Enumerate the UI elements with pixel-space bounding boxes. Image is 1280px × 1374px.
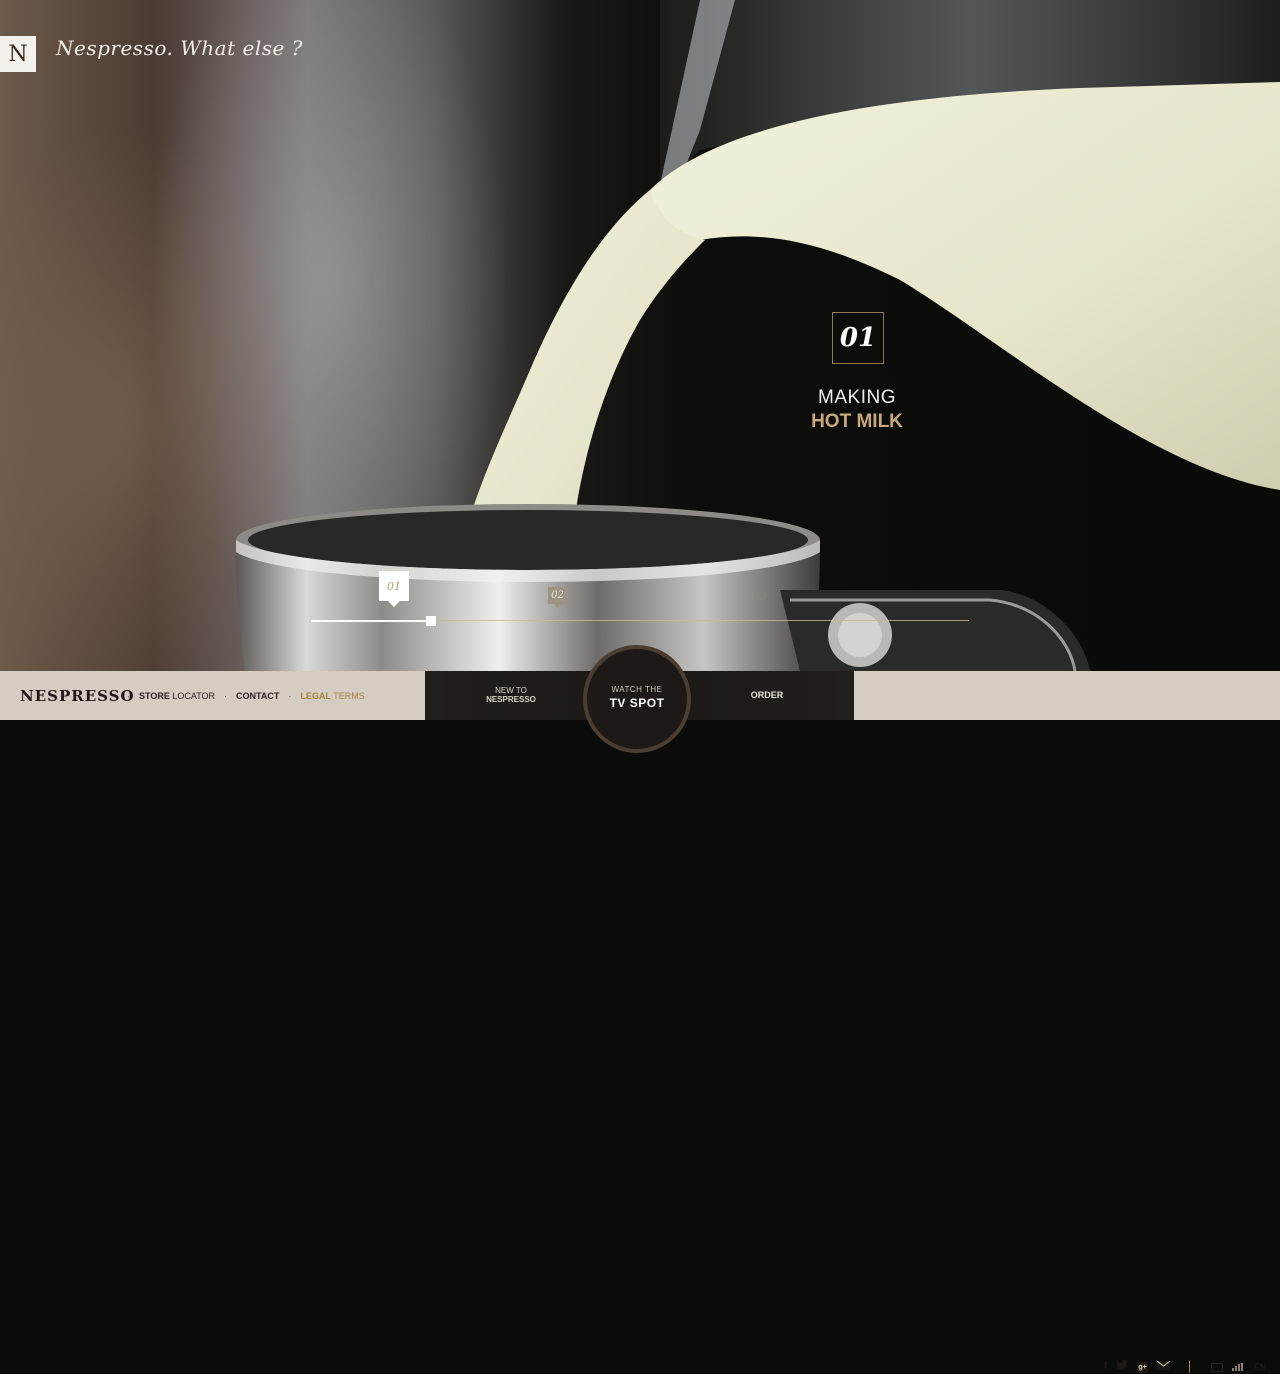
- link-rest: TERMS: [333, 691, 365, 701]
- timeline-marker-02[interactable]: 02: [548, 587, 567, 608]
- timeline-marker-label: 01: [387, 579, 401, 593]
- hero-video-scene: [0, 0, 1280, 671]
- store-locator-link[interactable]: STORE LOCATOR: [139, 691, 215, 701]
- nespresso-logo-icon[interactable]: N: [0, 36, 36, 72]
- facebook-icon[interactable]: f: [1104, 1361, 1107, 1373]
- email-icon[interactable]: [1156, 1360, 1171, 1374]
- timeline-marker-label: 03: [753, 592, 767, 603]
- new-to-nespresso-button[interactable]: NEW TO NESPRESSO: [466, 686, 556, 704]
- step-number-badge: 01: [832, 312, 884, 364]
- timeline-marker-label: 02: [551, 590, 564, 601]
- watch-line2: TV SPOT: [609, 696, 665, 710]
- link-bold: STORE: [139, 691, 170, 701]
- step-title: MAKING HOT MILK: [757, 387, 957, 433]
- divider: [1188, 1361, 1190, 1373]
- googleplus-icon[interactable]: g+: [1137, 1361, 1148, 1373]
- watch-line1: WATCH THE: [611, 685, 663, 694]
- watch-tv-spot-button[interactable]: WATCH THE TV SPOT: [583, 645, 691, 753]
- timeline-marker-03[interactable]: 03: [750, 590, 770, 605]
- new-to-line1: NEW TO: [495, 686, 527, 695]
- separator: ·: [224, 691, 228, 701]
- timeline-handle[interactable]: [426, 616, 436, 626]
- social-links: f g+ EN: [1104, 1360, 1266, 1374]
- link-bold: LEGAL: [300, 691, 331, 701]
- brand-tagline: Nespresso. What else ?: [56, 36, 303, 60]
- footer-links: · STORE LOCATOR · CONTACT · LEGAL TERMS: [118, 691, 365, 701]
- contact-link[interactable]: CONTACT: [236, 691, 279, 701]
- timeline-progress: [311, 620, 431, 622]
- link-rest: LOCATOR: [172, 691, 216, 701]
- separator: ·: [127, 691, 130, 701]
- order-button[interactable]: ORDER: [737, 690, 797, 700]
- separator: ·: [288, 691, 292, 701]
- timeline-marker-01[interactable]: 01: [379, 571, 409, 607]
- fullscreen-icon[interactable]: [1210, 1362, 1223, 1372]
- new-to-line2: NESPRESSO: [486, 695, 536, 704]
- milk-pour-illustration: [236, 0, 1280, 671]
- link-bold: CONTACT: [236, 691, 280, 701]
- step-title-line2: HOT MILK: [811, 411, 903, 432]
- legal-terms-link[interactable]: LEGAL TERMS: [300, 691, 364, 701]
- step-title-line1: MAKING: [818, 387, 896, 408]
- logo-letter: N: [8, 41, 28, 67]
- twitter-icon[interactable]: [1116, 1360, 1129, 1374]
- language-selector[interactable]: EN: [1254, 1362, 1267, 1372]
- quality-icon[interactable]: [1231, 1363, 1243, 1371]
